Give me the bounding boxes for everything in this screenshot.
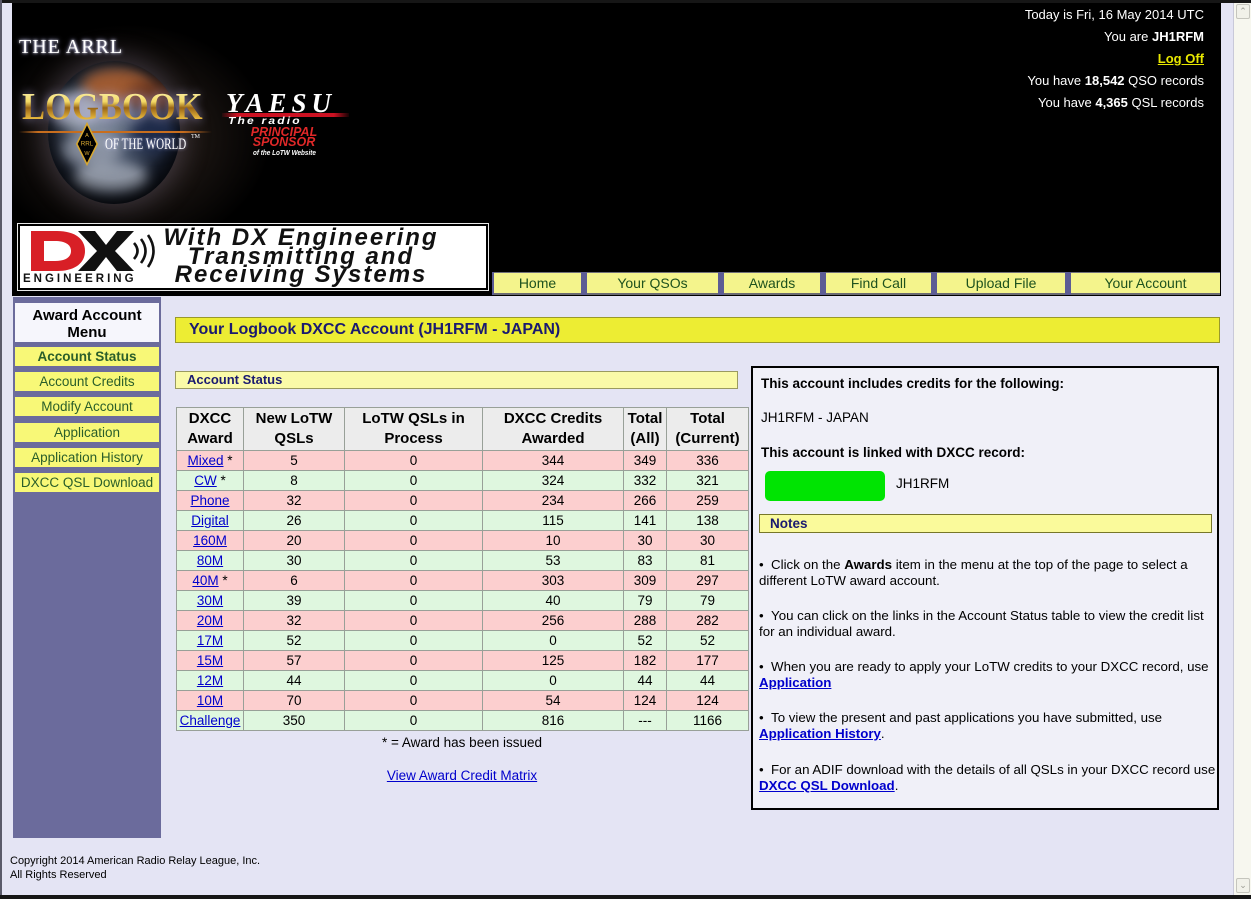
svg-text:W: W — [84, 151, 90, 157]
svg-text:A: A — [85, 133, 89, 139]
svg-text:RRL: RRL — [81, 141, 94, 148]
